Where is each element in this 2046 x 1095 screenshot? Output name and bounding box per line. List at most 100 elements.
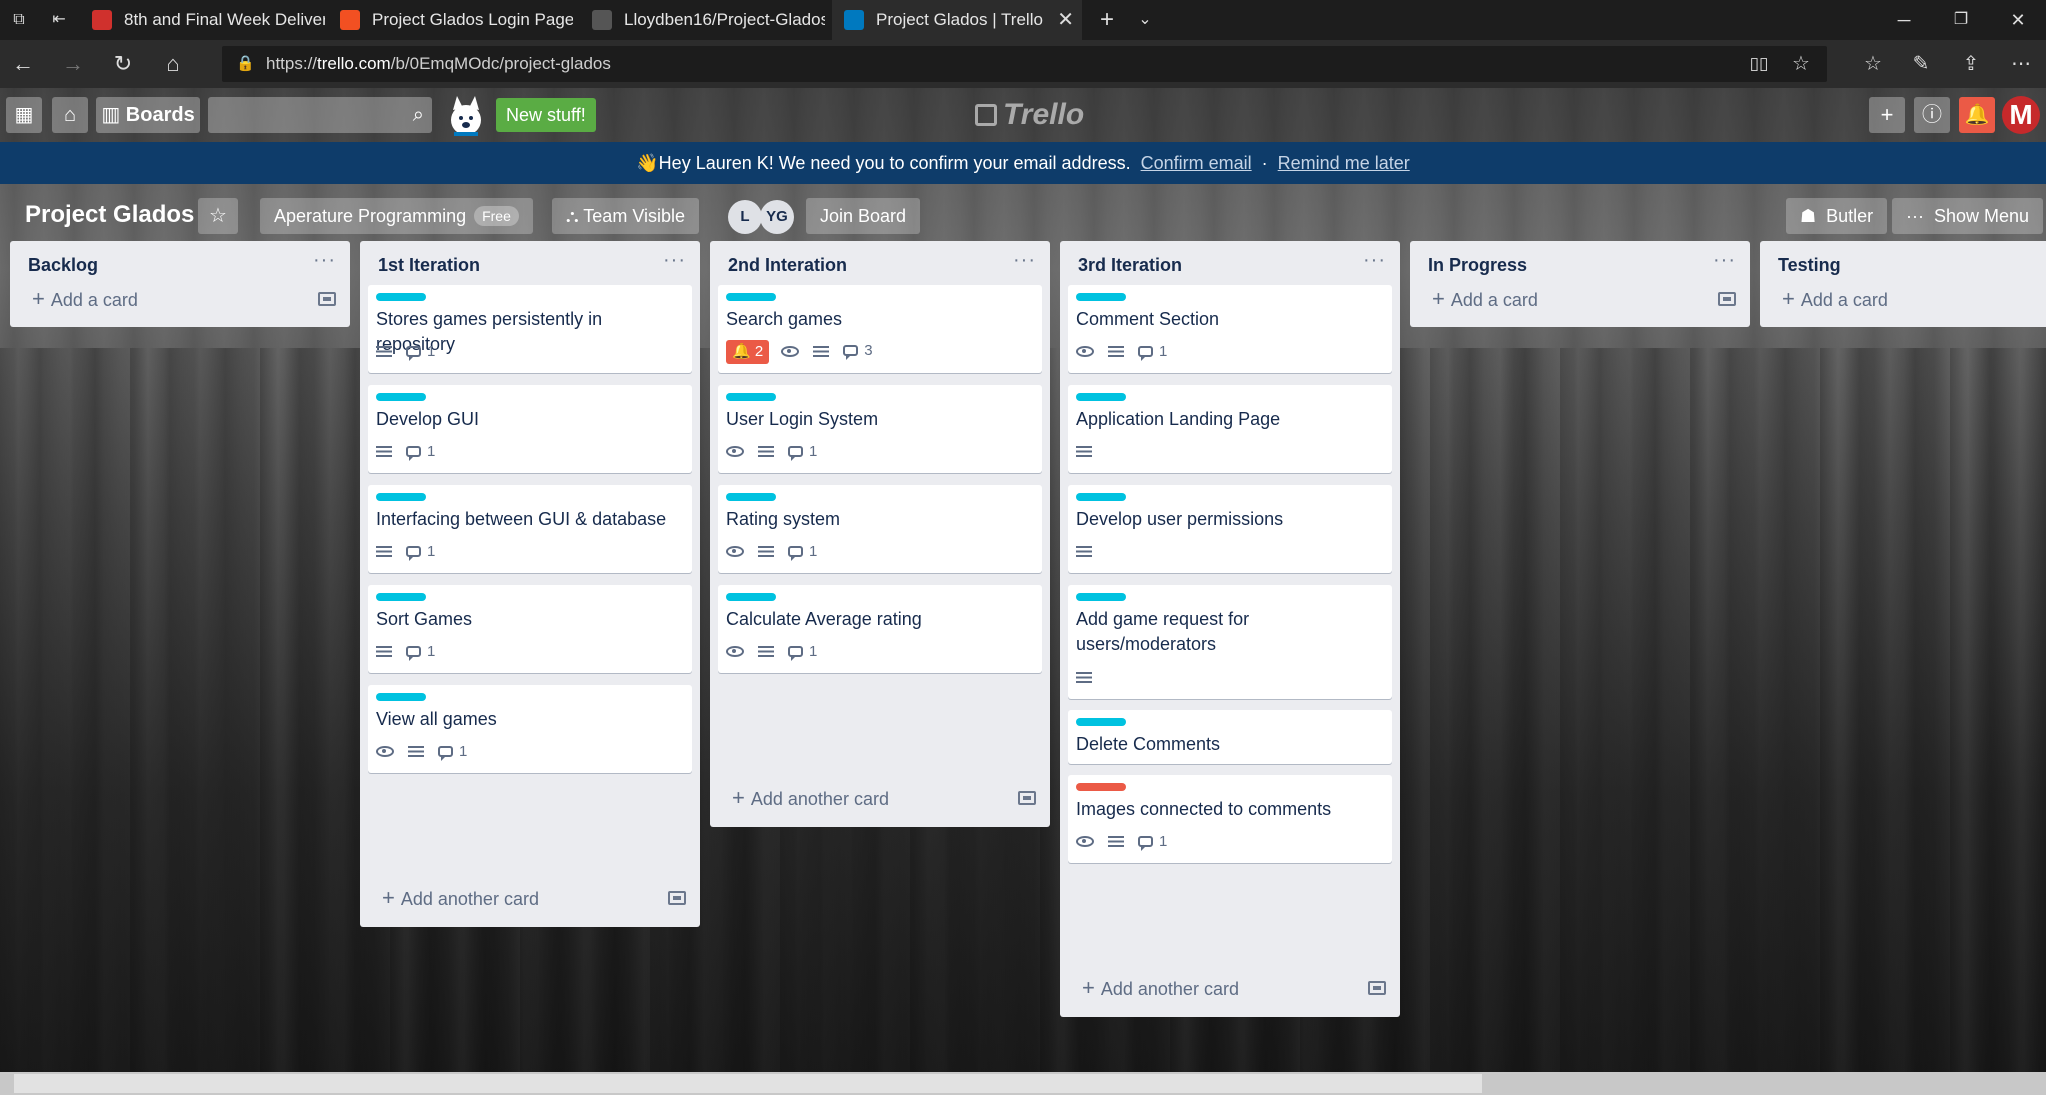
card[interactable]: Images connected to comments 1 <box>1068 775 1392 863</box>
favorite-star-icon[interactable]: ☆ <box>1786 49 1816 79</box>
add-card-button[interactable]: + Add another card <box>732 786 889 811</box>
add-card-button[interactable]: + Add another card <box>382 886 539 911</box>
card-template-icon[interactable] <box>1368 981 1386 995</box>
trello-logo[interactable]: Trello <box>975 98 1084 132</box>
card[interactable]: Calculate Average rating 1 <box>718 585 1042 673</box>
card[interactable]: Add game request for users/moderators <box>1068 585 1392 699</box>
info-icon[interactable]: ⓘ <box>1914 97 1950 133</box>
comment-icon <box>788 546 803 561</box>
card-badges: 1 <box>376 541 449 563</box>
notes-pen-icon[interactable]: ✎ <box>1906 49 1936 79</box>
comment-count: 1 <box>459 743 468 760</box>
tab-list-icon[interactable]: ⌄ <box>1134 10 1156 30</box>
card[interactable]: Rating system 1 <box>718 485 1042 573</box>
url-field[interactable]: 🔒 https://trello.com/b/0EmqMOdc/project-… <box>222 46 1827 82</box>
list-title[interactable]: 2nd Interation <box>728 253 847 277</box>
list-menu-icon[interactable]: ··· <box>663 249 686 272</box>
home-icon[interactable]: ⌂ <box>158 49 188 79</box>
home-button[interactable]: ⌂ <box>52 97 88 133</box>
list-title[interactable]: Backlog <box>28 253 98 277</box>
card-label <box>1076 593 1126 601</box>
list-menu-icon[interactable]: ··· <box>1363 249 1386 272</box>
husky-mascot-icon[interactable] <box>443 94 489 138</box>
tab-login-page[interactable]: Project Glados Login Page <box>328 0 573 40</box>
more-icon[interactable]: ⋯ <box>2006 49 2036 79</box>
card-title: Delete Comments <box>1076 734 1221 754</box>
card[interactable]: Sort Games 1 <box>368 585 692 673</box>
list-title[interactable]: In Progress <box>1428 253 1527 277</box>
tab-trello[interactable]: Project Glados | Trello ✕ <box>832 0 1082 40</box>
card[interactable]: Develop GUI 1 <box>368 385 692 473</box>
board-title[interactable]: Project Glados <box>25 198 194 232</box>
team-button[interactable]: Aperature Programming Free <box>260 198 533 234</box>
card-template-icon[interactable] <box>318 292 336 306</box>
reading-view-icon[interactable]: ▯▯ <box>1744 49 1774 79</box>
confirm-email-link[interactable]: Confirm email <box>1141 153 1252 173</box>
share-icon[interactable]: ⇪ <box>1956 49 1986 79</box>
search-input[interactable]: ⌕ <box>208 97 432 133</box>
minimize-icon[interactable]: ─ <box>1874 0 1934 40</box>
show-menu-button[interactable]: ··· Show Menu <box>1892 198 2044 234</box>
tab-weekly-deliverable[interactable]: 8th and Final Week Delivera <box>80 0 325 40</box>
list-title[interactable]: 1st Iteration <box>378 253 480 277</box>
trello-logo-text: Trello <box>1003 98 1085 131</box>
restore-icon[interactable]: ❐ <box>1931 0 1991 40</box>
card-badges: 1 <box>726 541 831 563</box>
card[interactable]: Comment Section 1 <box>1068 285 1392 373</box>
window-close-icon[interactable]: ✕ <box>1988 0 2046 40</box>
butler-button[interactable]: ☗ Butler <box>1786 198 1888 234</box>
card[interactable]: User Login System 1 <box>718 385 1042 473</box>
back-icon[interactable]: ← <box>8 49 38 79</box>
card[interactable]: Develop user permissions <box>1068 485 1392 573</box>
notifications-bell-icon[interactable]: 🔔 <box>1959 97 1995 133</box>
list-menu-icon[interactable]: ··· <box>1013 249 1036 272</box>
favorites-icon[interactable]: ☆ <box>1858 49 1888 79</box>
refresh-icon[interactable]: ↻ <box>108 49 138 79</box>
card[interactable]: Interfacing between GUI & database 1 <box>368 485 692 573</box>
card-template-icon[interactable] <box>668 891 686 905</box>
add-card-button[interactable]: + Add a card <box>1432 287 1538 312</box>
card-label <box>1076 718 1126 726</box>
member-avatar[interactable]: YG <box>760 200 794 234</box>
comment-count: 3 <box>864 342 873 359</box>
scrollbar-thumb[interactable] <box>14 1074 1482 1093</box>
card-label <box>1076 293 1126 301</box>
tab-actions-icon[interactable]: ⧉ <box>8 10 30 30</box>
remind-later-link[interactable]: Remind me later <box>1278 153 1410 173</box>
new-tab-icon[interactable]: + <box>1096 8 1118 32</box>
set-tabs-aside-icon[interactable]: ⇤ <box>48 10 70 30</box>
card-label <box>376 393 426 401</box>
add-card-button[interactable]: + Add a card <box>32 287 138 312</box>
card[interactable]: Application Landing Page <box>1068 385 1392 473</box>
list-menu-icon[interactable]: ··· <box>313 249 336 272</box>
close-tab-icon[interactable]: ✕ <box>1057 0 1074 40</box>
card-template-icon[interactable] <box>1018 791 1036 805</box>
card-badges: 1 <box>1076 341 1181 363</box>
boards-button[interactable]: ▥ Boards <box>96 97 200 133</box>
list-menu-icon[interactable]: ··· <box>1713 249 1736 272</box>
add-card-button[interactable]: + Add another card <box>1082 976 1239 1001</box>
card[interactable]: Stores games persistently in repository … <box>368 285 692 373</box>
horizontal-scrollbar[interactable] <box>0 1072 2046 1095</box>
card[interactable]: View all games 1 <box>368 685 692 773</box>
watch-eye-icon <box>376 746 394 757</box>
user-avatar[interactable]: M <box>2002 96 2040 134</box>
join-board-button[interactable]: Join Board <box>806 198 921 234</box>
card[interactable]: Delete Comments <box>1068 710 1392 764</box>
list-title[interactable]: 3rd Iteration <box>1078 253 1182 277</box>
member-avatar[interactable]: L <box>728 200 762 234</box>
visibility-button[interactable]: ⛬ Team Visible <box>552 198 700 234</box>
apps-grid-icon[interactable]: ▦ <box>6 97 42 133</box>
card-template-icon[interactable] <box>1718 292 1736 306</box>
card[interactable]: Search games 🔔 2 3 <box>718 285 1042 373</box>
team-visible-icon: ⛬ <box>566 206 579 226</box>
create-plus-button[interactable]: + <box>1869 97 1905 133</box>
star-board-icon[interactable]: ☆ <box>198 198 238 234</box>
card-label <box>726 293 776 301</box>
list-title[interactable]: Testing <box>1778 253 1841 277</box>
description-icon <box>758 446 774 457</box>
tab-github[interactable]: Lloydben16/Project-Glados: <box>580 0 825 40</box>
forward-icon[interactable]: → <box>58 49 88 79</box>
new-stuff-button[interactable]: New stuff! <box>496 98 596 132</box>
add-card-button[interactable]: + Add a card <box>1782 287 1888 312</box>
